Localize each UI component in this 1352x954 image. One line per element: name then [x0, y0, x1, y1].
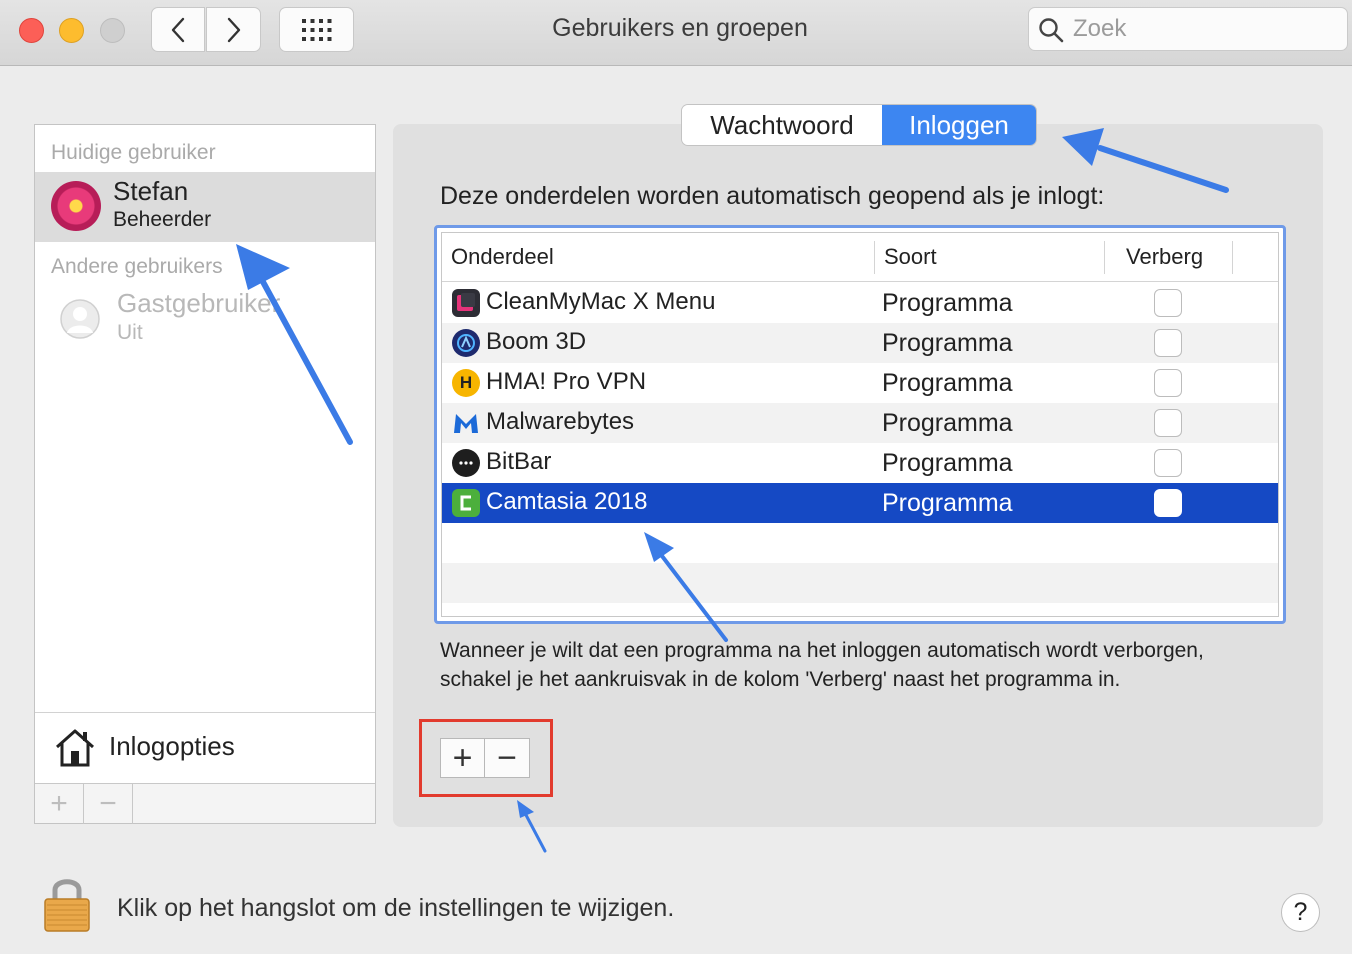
table-row-empty: [442, 523, 1278, 563]
current-user-header: Huidige gebruiker: [51, 141, 216, 164]
hide-checkbox[interactable]: [1154, 449, 1182, 477]
item-name: Malwarebytes: [486, 408, 635, 435]
item-name: Boom 3D: [486, 328, 587, 355]
item-type: Programma: [882, 289, 1013, 317]
window-title: Gebruikers en groepen: [552, 14, 808, 42]
column-header-name[interactable]: Onderdeel: [451, 244, 554, 270]
guest-user-status: Uit: [117, 321, 143, 344]
table-row-selected[interactable]: Camtasia 2018 Programma: [442, 483, 1278, 523]
login-items-table-body: Onderdeel Soort Verberg CleanMyMac X Men…: [441, 232, 1279, 617]
search-field[interactable]: [1028, 7, 1348, 51]
malwarebytes-icon: [452, 409, 480, 437]
close-window-button[interactable]: [19, 18, 44, 43]
column-header-type[interactable]: Soort: [884, 244, 937, 270]
login-items-heading: Deze onderdelen worden automatisch geope…: [440, 182, 1105, 210]
hide-checkbox[interactable]: [1154, 489, 1182, 517]
hide-checkbox[interactable]: [1154, 369, 1182, 397]
minimize-window-button[interactable]: [59, 18, 84, 43]
search-input[interactable]: [1073, 12, 1333, 46]
add-user-button[interactable]: +: [35, 784, 84, 824]
search-icon: [1039, 18, 1064, 43]
chevron-right-icon: [227, 17, 240, 42]
show-all-button[interactable]: [279, 7, 354, 52]
avatar: [51, 181, 101, 231]
help-button[interactable]: ?: [1281, 893, 1320, 932]
column-divider: [1104, 241, 1105, 274]
table-row[interactable]: CleanMyMac X Menu Programma: [442, 283, 1278, 323]
item-type: Programma: [882, 369, 1013, 397]
help-text: Wanneer je wilt dat een programma na het…: [440, 639, 1204, 691]
tab-password[interactable]: Wachtwoord: [682, 105, 882, 145]
forward-button[interactable]: [206, 7, 261, 52]
table-row[interactable]: H HMA! Pro VPN Programma: [442, 363, 1278, 403]
grid-icon: [301, 18, 331, 41]
item-type: Programma: [882, 409, 1013, 437]
camtasia-icon: [452, 489, 480, 517]
login-options-label: Inlogopties: [109, 731, 235, 761]
boom3d-icon: [452, 329, 480, 357]
hma-icon: H: [452, 369, 480, 397]
column-header-hide[interactable]: Verberg: [1126, 244, 1203, 270]
user-list-panel: Huidige gebruiker Stefan Beheerder Ander…: [34, 124, 376, 824]
cleanmymac-icon: [452, 289, 480, 317]
chevron-left-icon: [171, 17, 185, 42]
column-divider: [874, 241, 875, 274]
zoom-window-button: [100, 18, 125, 43]
column-divider: [1232, 241, 1233, 274]
login-items-table: Onderdeel Soort Verberg CleanMyMac X Men…: [434, 225, 1286, 624]
table-row[interactable]: Malwarebytes Programma: [442, 403, 1278, 443]
login-options-item[interactable]: Inlogopties: [35, 712, 375, 783]
current-user-name: Stefan: [113, 176, 189, 206]
lock-message: Klik op het hangslot om de instellingen …: [117, 894, 675, 922]
item-type: Programma: [882, 449, 1013, 477]
item-type: Programma: [882, 329, 1013, 357]
guest-user-name[interactable]: Gastgebruiker: [117, 288, 280, 319]
hide-checkbox[interactable]: [1154, 329, 1182, 357]
highlight-box: [419, 719, 553, 797]
table-row[interactable]: BitBar Programma: [442, 443, 1278, 483]
hide-checkbox[interactable]: [1154, 289, 1182, 317]
current-user-role: Beheerder: [113, 208, 212, 231]
back-button[interactable]: [151, 7, 205, 52]
item-name: BitBar: [486, 448, 552, 475]
item-name: CleanMyMac X Menu: [486, 288, 716, 315]
current-user-item[interactable]: Stefan Beheerder: [35, 172, 375, 242]
other-users-header: Andere gebruikers: [51, 255, 223, 278]
lock-icon[interactable]: [42, 874, 92, 934]
user-list-toolbar: + −: [35, 783, 375, 824]
house-icon: [56, 729, 94, 767]
item-name: HMA! Pro VPN: [486, 368, 647, 395]
item-type: Programma: [882, 489, 1013, 517]
table-row[interactable]: Boom 3D Programma: [442, 323, 1278, 363]
guest-user-icon: [60, 299, 100, 339]
item-name: Camtasia 2018: [486, 488, 648, 515]
table-row-empty: [442, 563, 1278, 603]
bitbar-icon: [452, 449, 480, 477]
remove-user-button[interactable]: −: [84, 784, 133, 824]
hide-checkbox[interactable]: [1154, 409, 1182, 437]
table-header: Onderdeel Soort Verberg: [442, 233, 1278, 282]
title-bar: Gebruikers en groepen: [0, 0, 1352, 66]
tab-control: Wachtwoord Inloggen: [682, 105, 1036, 145]
tab-login[interactable]: Inloggen: [882, 105, 1036, 145]
